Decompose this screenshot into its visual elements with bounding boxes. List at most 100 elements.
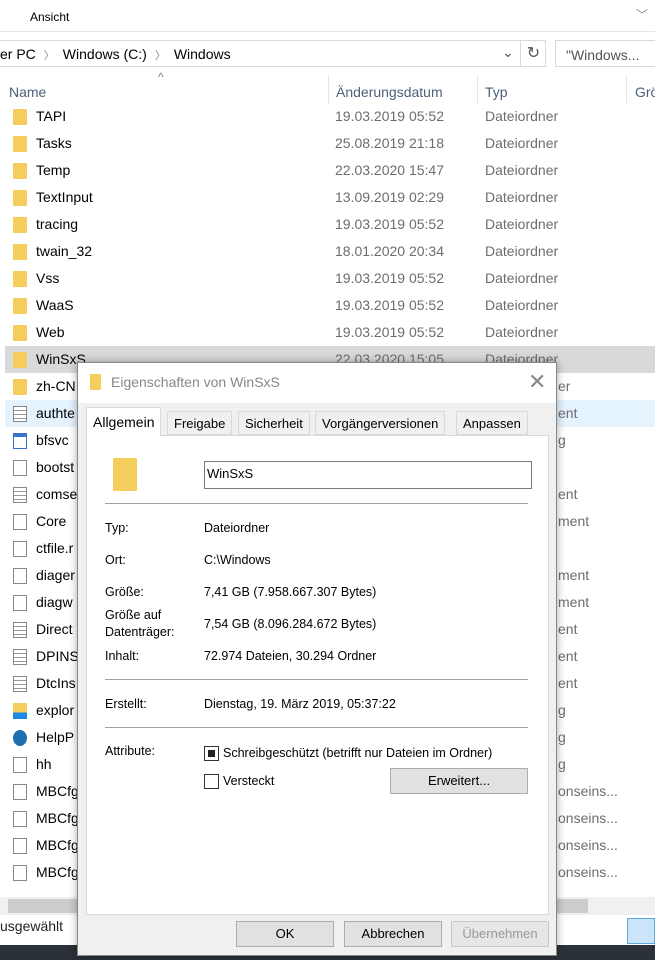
tab-vorgaengerversionen[interactable]: Vorgängerversionen bbox=[315, 411, 446, 435]
file-row[interactable]: WaaS 19.03.2019 05:52 Dateiordner bbox=[5, 292, 655, 319]
expand-ribbon-icon[interactable]: ﹀ bbox=[636, 6, 648, 23]
file-type: Dateiordner bbox=[485, 297, 559, 313]
folder-icon bbox=[13, 163, 27, 179]
file-date: 18.01.2020 20:34 bbox=[335, 243, 444, 259]
file-row[interactable]: Tasks 25.08.2019 21:18 Dateiordner bbox=[5, 130, 655, 157]
file-type: Dateiordner bbox=[485, 270, 559, 286]
column-header-type[interactable]: Typ bbox=[485, 84, 508, 100]
file-icon bbox=[13, 514, 27, 530]
file-type: Dateiordner bbox=[485, 216, 559, 232]
tab-allgemein[interactable]: Allgemein bbox=[86, 407, 162, 436]
file-type: Dateiordner bbox=[485, 162, 559, 178]
close-icon[interactable]: ✕ bbox=[528, 369, 546, 395]
tab-freigabe[interactable]: Freigabe bbox=[167, 411, 233, 435]
column-divider[interactable] bbox=[626, 76, 627, 103]
file-type: ent bbox=[558, 405, 578, 421]
file-row[interactable]: TextInput 13.09.2019 02:29 Dateiordner bbox=[5, 184, 655, 211]
ribbon-tab-view[interactable]: Ansicht bbox=[30, 10, 69, 24]
file-type: onseins... bbox=[558, 837, 618, 853]
file-row[interactable]: Web 19.03.2019 05:52 Dateiordner bbox=[5, 319, 655, 346]
column-header-name[interactable]: Name bbox=[9, 84, 46, 100]
chevron-right-icon[interactable]: 〉 bbox=[44, 50, 55, 62]
file-type: ent bbox=[558, 621, 578, 637]
readonly-label[interactable]: Schreibgeschützt (betrifft nur Dateien i… bbox=[223, 746, 492, 760]
file-icon bbox=[13, 595, 27, 611]
file-name: ctfile.r bbox=[36, 540, 74, 556]
address-bar[interactable]: er PC 〉 Windows (C:) 〉 Windows ⌄ ↻ bbox=[0, 40, 546, 67]
advanced-button[interactable]: Erweitert... bbox=[390, 768, 528, 794]
folder-icon bbox=[13, 325, 27, 341]
column-divider[interactable] bbox=[328, 76, 329, 103]
file-type: ment bbox=[558, 567, 590, 583]
file-name: MBCfg bbox=[36, 864, 79, 880]
dialog-titlebar[interactable]: Eigenschaften von WinSxS ✕ bbox=[78, 363, 556, 403]
breadcrumb-windows[interactable]: Windows bbox=[174, 46, 231, 62]
folder-icon bbox=[13, 217, 27, 233]
apply-button[interactable]: Übernehmen bbox=[451, 921, 549, 947]
details-view-icon[interactable] bbox=[627, 918, 655, 944]
folder-icon bbox=[13, 190, 27, 206]
search-input[interactable]: "Windows... bbox=[555, 40, 655, 67]
disk-size-label: Größe auf bbox=[105, 608, 162, 622]
file-name: HelpP bbox=[36, 729, 75, 745]
attributes-label: Attribute: bbox=[105, 744, 156, 758]
hh-icon bbox=[13, 757, 27, 773]
file-row[interactable]: tracing 19.03.2019 05:52 Dateiordner bbox=[5, 211, 655, 238]
file-date: 19.03.2019 05:52 bbox=[335, 216, 444, 232]
file-date: 19.03.2019 05:52 bbox=[335, 270, 444, 286]
file-icon bbox=[13, 568, 27, 584]
ribbon: Ansicht ﹀ bbox=[0, 0, 655, 32]
file-row[interactable]: twain_32 18.01.2020 20:34 Dateiordner bbox=[5, 238, 655, 265]
file-name: DPINS bbox=[36, 648, 79, 664]
hidden-checkbox[interactable] bbox=[204, 774, 219, 789]
tab-anpassen[interactable]: Anpassen bbox=[456, 411, 528, 435]
breadcrumb-drive[interactable]: Windows (C:) bbox=[63, 46, 147, 62]
text-icon bbox=[13, 649, 27, 665]
file-row[interactable]: Temp 22.03.2020 15:47 Dateiordner bbox=[5, 157, 655, 184]
refresh-icon[interactable]: ↻ bbox=[520, 41, 546, 66]
file-date: 13.09.2019 02:29 bbox=[335, 189, 444, 205]
chevron-down-icon[interactable]: ⌄ bbox=[502, 44, 514, 61]
config-icon bbox=[13, 865, 27, 881]
file-name: TAPI bbox=[36, 108, 67, 124]
file-name: Tasks bbox=[36, 135, 72, 151]
sort-ascending-icon: ^ bbox=[158, 70, 164, 84]
file-type: ent bbox=[558, 648, 578, 664]
folder-icon bbox=[90, 374, 101, 390]
file-icon bbox=[13, 541, 27, 557]
chevron-right-icon[interactable]: 〉 bbox=[155, 50, 166, 62]
readonly-checkbox[interactable] bbox=[204, 746, 219, 761]
folder-icon bbox=[13, 109, 27, 125]
breadcrumb: er PC 〉 Windows (C:) 〉 Windows bbox=[0, 46, 231, 63]
contents-label: Inhalt: bbox=[105, 649, 140, 663]
folder-icon bbox=[13, 352, 27, 368]
folder-icon bbox=[113, 458, 137, 491]
file-name: MBCfg bbox=[36, 837, 79, 853]
file-type: ent bbox=[558, 675, 578, 691]
column-header-date[interactable]: Änderungsdatum bbox=[336, 84, 443, 100]
tab-sicherheit[interactable]: Sicherheit bbox=[238, 411, 310, 435]
properties-dialog: Eigenschaften von WinSxS ✕ Allgemein Fre… bbox=[77, 362, 557, 956]
file-type: Dateiordner bbox=[485, 324, 559, 340]
file-type: Dateiordner bbox=[485, 108, 559, 124]
disk-size-value: 7,54 GB (8.096.284.672 Bytes) bbox=[204, 617, 377, 631]
file-type: onseins... bbox=[558, 810, 618, 826]
hidden-label[interactable]: Versteckt bbox=[223, 774, 274, 788]
folder-icon bbox=[13, 244, 27, 260]
file-row[interactable]: TAPI 19.03.2019 05:52 Dateiordner bbox=[5, 103, 655, 130]
file-date: 19.03.2019 05:52 bbox=[335, 108, 444, 124]
column-divider[interactable] bbox=[477, 76, 478, 103]
file-name: twain_32 bbox=[36, 243, 93, 259]
cancel-button[interactable]: Abbrechen bbox=[344, 921, 442, 947]
text-icon bbox=[13, 622, 27, 638]
folder-name-input[interactable]: WinSxS bbox=[204, 461, 532, 489]
file-type: ent bbox=[558, 486, 578, 502]
breadcrumb-pc[interactable]: er PC bbox=[0, 46, 36, 62]
file-row[interactable]: Vss 19.03.2019 05:52 Dateiordner bbox=[5, 265, 655, 292]
text-icon bbox=[13, 487, 27, 503]
location-label: Ort: bbox=[105, 553, 126, 567]
text-icon bbox=[13, 406, 27, 422]
column-header-size[interactable]: Grö bbox=[635, 84, 655, 100]
file-name: authte bbox=[36, 405, 75, 421]
ok-button[interactable]: OK bbox=[236, 921, 334, 947]
